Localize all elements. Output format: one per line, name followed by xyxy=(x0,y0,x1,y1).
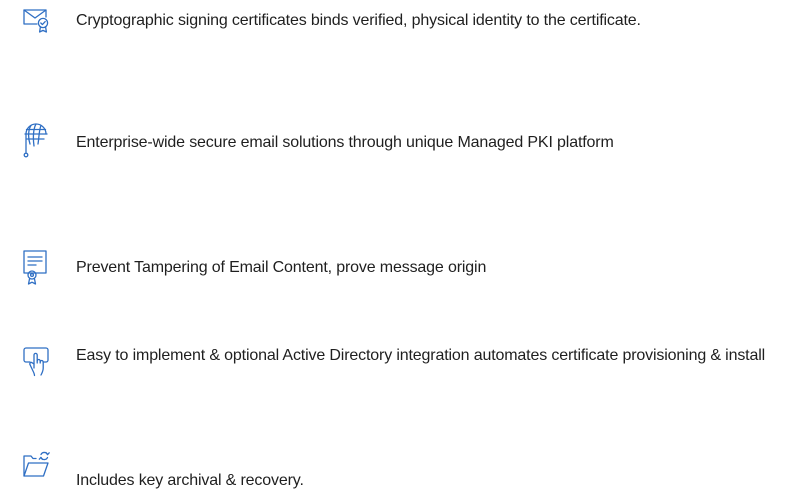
feature-text: Easy to implement & optional Active Dire… xyxy=(76,347,766,364)
globe-network-icon xyxy=(22,122,50,168)
envelope-certificate-icon xyxy=(22,6,50,34)
document-seal-icon xyxy=(22,248,50,286)
feature-text: Cryptographic signing certificates binds… xyxy=(76,12,641,29)
folder-sync-icon xyxy=(22,448,50,480)
feature-text: Prevent Tampering of Email Content, prov… xyxy=(76,259,487,276)
feature-text: Enterprise-wide secure email solutions t… xyxy=(76,134,614,151)
feature-text: Includes key archival & recovery. xyxy=(76,472,304,489)
touch-screen-hand-icon xyxy=(22,346,50,378)
